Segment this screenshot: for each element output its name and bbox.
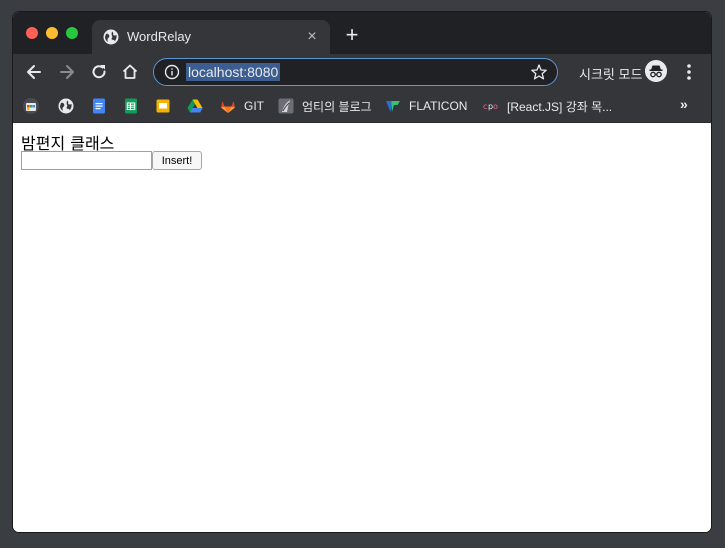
react-course-icon: c p o xyxy=(483,102,498,111)
window-maximize-button[interactable] xyxy=(66,27,78,39)
bookmark-chrome-web-store[interactable] xyxy=(23,96,39,116)
chrome-web-store-icon xyxy=(23,98,39,114)
word-input[interactable] xyxy=(21,151,152,170)
bookmark-google-sheets[interactable] xyxy=(123,96,139,116)
tab-strip: WordRelay × + xyxy=(13,12,711,54)
bookmark-react-course[interactable]: c p o [React.JS] 강좌 목... xyxy=(483,96,612,116)
bookmarks-bar: GIT 엄티의 블로그 FLATICON c p o [React.JS] 강좌 xyxy=(13,90,711,123)
bookmark-label: 엄티의 블로그 xyxy=(302,99,372,114)
bookmarks-overflow-button[interactable]: » xyxy=(680,96,688,112)
google-drive-icon xyxy=(187,99,203,113)
globe-icon xyxy=(103,29,119,45)
svg-text:c: c xyxy=(483,102,487,111)
bookmark-google-slides[interactable] xyxy=(155,96,171,116)
back-arrow-icon[interactable] xyxy=(24,62,44,82)
gitlab-icon xyxy=(221,101,235,113)
bookmark-flaticon[interactable]: FLATICON xyxy=(385,96,467,116)
address-url[interactable]: localhost:8080 xyxy=(186,63,281,81)
globe-icon xyxy=(58,98,74,114)
bookmark-star-icon[interactable] xyxy=(530,63,548,81)
browser-toolbar: localhost:8080 시크릿 모드 xyxy=(13,54,711,90)
site-info-icon[interactable] xyxy=(164,64,180,80)
blog-avatar-icon xyxy=(278,98,294,114)
svg-text:o: o xyxy=(493,102,498,111)
incognito-icon[interactable] xyxy=(645,60,667,82)
tab-close-icon[interactable]: × xyxy=(303,28,321,46)
home-icon[interactable] xyxy=(120,62,140,82)
bookmark-google-drive[interactable] xyxy=(187,96,203,116)
window-minimize-button[interactable] xyxy=(46,27,58,39)
browser-window: WordRelay × + localhost:8080 시크릿 모드 GIT … xyxy=(13,12,711,532)
bookmark-label: GIT xyxy=(244,99,264,113)
bookmark-label: FLATICON xyxy=(409,99,468,113)
google-sheets-icon xyxy=(125,98,137,114)
google-slides-icon xyxy=(156,99,170,113)
tab-title: WordRelay xyxy=(127,29,192,44)
bookmark-globe[interactable] xyxy=(58,96,74,116)
new-tab-button[interactable]: + xyxy=(340,24,364,48)
window-close-button[interactable] xyxy=(26,27,38,39)
tab-wordrelay[interactable]: WordRelay × xyxy=(92,20,330,54)
insert-button[interactable]: Insert! xyxy=(152,151,202,170)
reload-icon[interactable] xyxy=(89,62,109,82)
bookmark-label: [React.JS] 강좌 목... xyxy=(507,99,613,114)
google-docs-icon xyxy=(93,98,105,114)
bookmark-google-docs[interactable] xyxy=(91,96,107,116)
page-content: 밤편지 클래스 Insert! xyxy=(13,123,711,532)
incognito-label[interactable]: 시크릿 모드 xyxy=(579,64,642,83)
flaticon-icon xyxy=(386,101,400,112)
bookmark-gitlab[interactable]: GIT xyxy=(220,96,264,116)
more-vert-icon[interactable] xyxy=(683,62,695,82)
bookmark-blog[interactable]: 엄티의 블로그 xyxy=(278,96,372,116)
address-bar[interactable]: localhost:8080 xyxy=(153,58,558,86)
forward-arrow-icon[interactable] xyxy=(57,62,77,82)
